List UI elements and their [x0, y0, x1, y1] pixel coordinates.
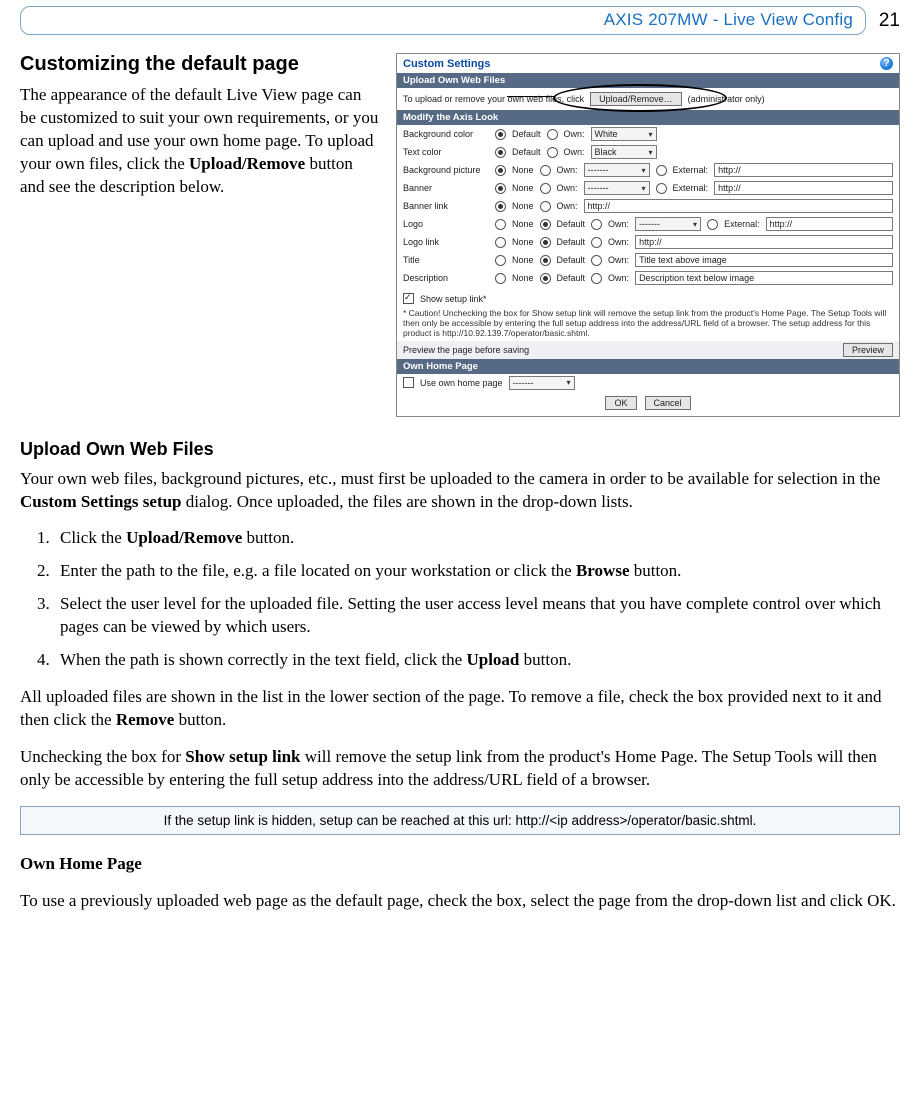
radio-external[interactable] [656, 183, 667, 194]
label-title: Title [403, 255, 489, 265]
upload-steps-list: Click the Upload/Remove button. Enter th… [54, 527, 900, 672]
bar-own-home: Own Home Page [397, 359, 899, 374]
cancel-button[interactable]: Cancel [645, 396, 691, 410]
label-show-setup: Show setup link* [420, 294, 487, 304]
heading-customizing: Customizing the default page [20, 53, 380, 76]
radio-default[interactable] [540, 219, 551, 230]
note-setup-url: If the setup link is hidden, setup can b… [20, 806, 900, 835]
radio-default[interactable] [495, 129, 506, 140]
radio-default[interactable] [540, 273, 551, 284]
heading-upload-own: Upload Own Web Files [20, 439, 900, 460]
header-title: AXIS 207MW - Live View Config [20, 6, 866, 35]
radio-default[interactable] [540, 237, 551, 248]
list-item: Select the user level for the uploaded f… [54, 593, 900, 639]
radio-own[interactable] [540, 183, 551, 194]
radio-none[interactable] [495, 201, 506, 212]
panel-title: Custom Settings [403, 58, 490, 70]
page-number: 21 [876, 10, 900, 32]
page-header: AXIS 207MW - Live View Config 21 [20, 0, 900, 35]
radio-none[interactable] [495, 255, 506, 266]
upload-text: To upload or remove your own web files, … [403, 94, 584, 104]
select-own-home[interactable]: ------- [509, 376, 575, 390]
bar-modify: Modify the Axis Look [397, 110, 899, 125]
para-upload-intro: Your own web files, background pictures,… [20, 468, 900, 514]
radio-own[interactable] [540, 201, 551, 212]
radio-own[interactable] [547, 147, 558, 158]
para-uncheck: Unchecking the box for Show setup link w… [20, 746, 900, 792]
callout-line [507, 96, 555, 97]
select-banner[interactable]: ------- [584, 181, 650, 195]
radio-default[interactable] [540, 255, 551, 266]
input-bannerlink[interactable]: http:// [584, 199, 893, 213]
label-bgcolor: Background color [403, 129, 489, 139]
list-item: When the path is shown correctly in the … [54, 649, 900, 672]
input-bgpic-url[interactable]: http:// [714, 163, 893, 177]
list-item: Enter the path to the file, e.g. a file … [54, 560, 900, 583]
input-logo-url[interactable]: http:// [766, 217, 893, 231]
radio-own[interactable] [547, 129, 558, 140]
radio-own[interactable] [591, 255, 602, 266]
ok-button[interactable]: OK [605, 396, 636, 410]
radio-none[interactable] [495, 219, 506, 230]
upload-remove-button[interactable]: Upload/Remove… [590, 92, 682, 106]
radio-none[interactable] [495, 273, 506, 284]
label-logolink: Logo link [403, 237, 489, 247]
radio-own[interactable] [540, 165, 551, 176]
label-bannerlink: Banner link [403, 201, 489, 211]
radio-own[interactable] [591, 237, 602, 248]
custom-settings-screenshot: Custom Settings ? Upload Own Web Files T… [396, 53, 900, 417]
radio-none[interactable] [495, 165, 506, 176]
para-customizing: The appearance of the default Live View … [20, 84, 380, 199]
bar-upload-own: Upload Own Web Files [397, 73, 899, 88]
label-banner: Banner [403, 183, 489, 193]
select-bgpic[interactable]: ------- [584, 163, 650, 177]
preview-label: Preview the page before saving [403, 345, 837, 355]
para-after-upload: All uploaded files are shown in the list… [20, 686, 900, 732]
heading-own-home-page: Own Home Page [20, 853, 900, 876]
input-title[interactable]: Title text above image [635, 253, 893, 267]
label-textcolor: Text color [403, 147, 489, 157]
radio-none[interactable] [495, 237, 506, 248]
admin-only-label: (administrator only) [688, 94, 765, 104]
label-use-own-home: Use own home page [420, 378, 503, 388]
caution-text: * Caution! Unchecking the box for Show s… [397, 306, 899, 341]
input-banner-url[interactable]: http:// [714, 181, 893, 195]
input-desc[interactable]: Description text below image [635, 271, 893, 285]
list-item: Click the Upload/Remove button. [54, 527, 900, 550]
checkbox-show-setup[interactable] [403, 293, 414, 304]
radio-own[interactable] [591, 273, 602, 284]
label-logo: Logo [403, 219, 489, 229]
label-bgpic: Background picture [403, 165, 489, 175]
help-icon[interactable]: ? [880, 57, 893, 70]
select-logo[interactable]: ------- [635, 217, 701, 231]
radio-external[interactable] [707, 219, 718, 230]
upload-remove-ref: Upload/Remove [189, 154, 305, 173]
radio-external[interactable] [656, 165, 667, 176]
preview-button[interactable]: Preview [843, 343, 893, 357]
radio-own[interactable] [591, 219, 602, 230]
para-own-home-page: To use a previously uploaded web page as… [20, 890, 900, 913]
label-desc: Description [403, 273, 489, 283]
checkbox-use-own-home[interactable] [403, 377, 414, 388]
select-bgcolor[interactable]: White [591, 127, 657, 141]
radio-none[interactable] [495, 183, 506, 194]
radio-default[interactable] [495, 147, 506, 158]
input-logolink[interactable]: http:// [635, 235, 893, 249]
select-textcolor[interactable]: Black [591, 145, 657, 159]
